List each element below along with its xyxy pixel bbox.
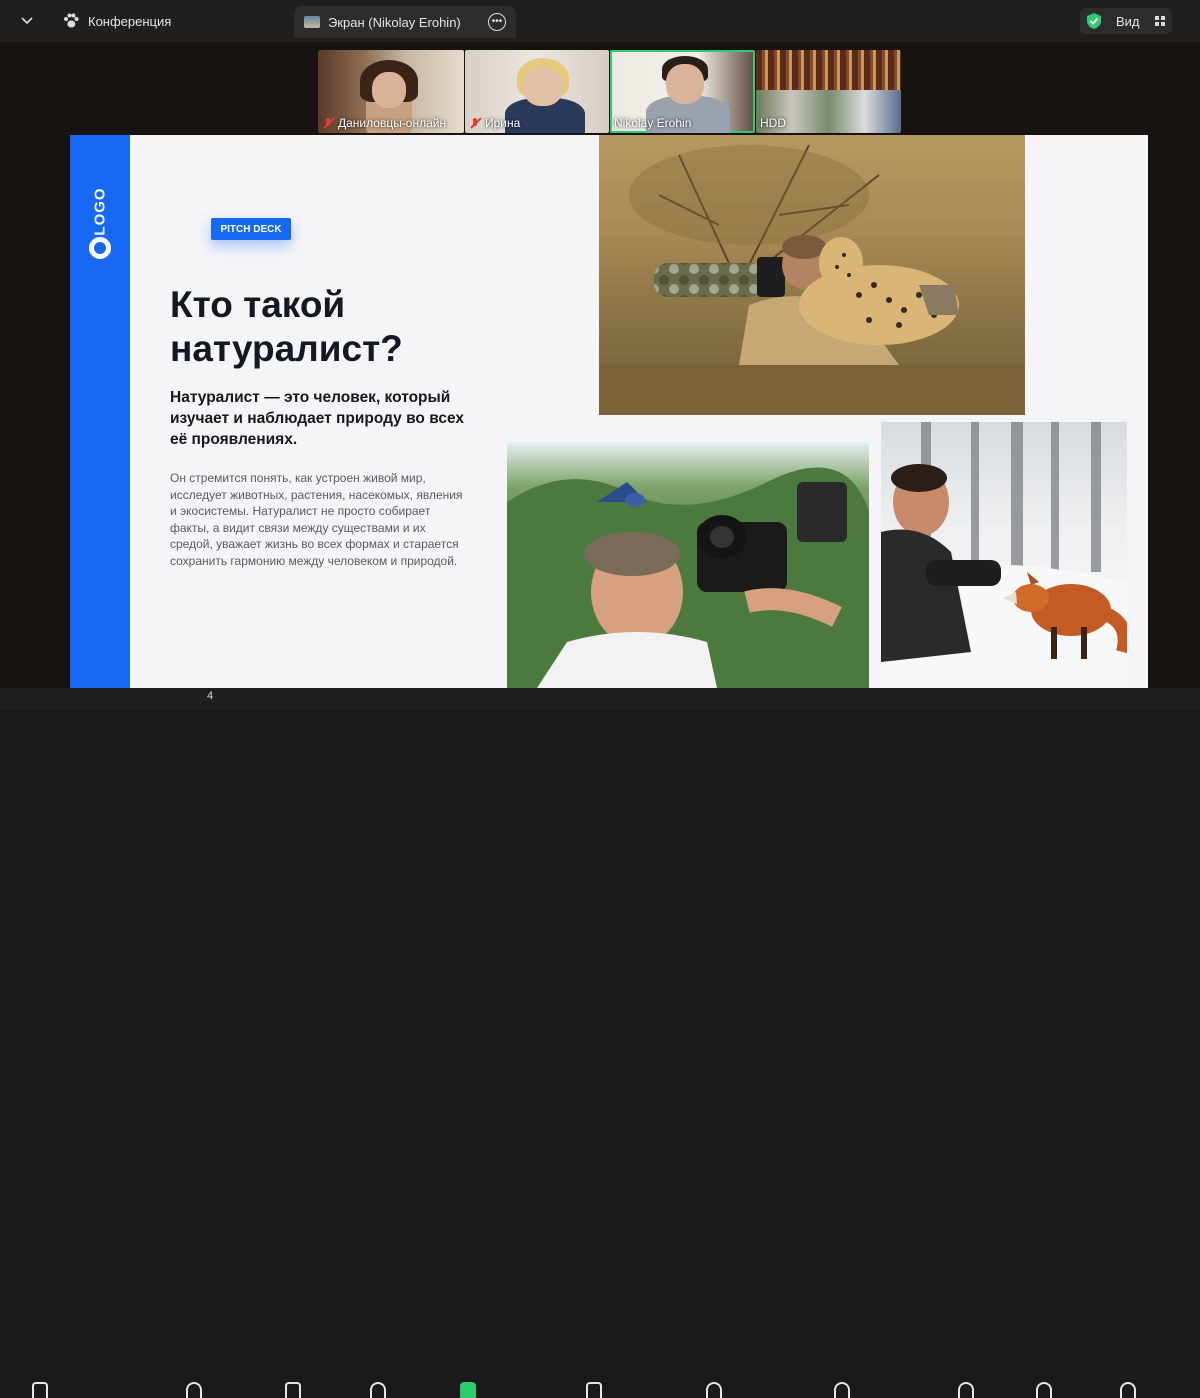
share-screen-icon[interactable] [460, 1382, 476, 1398]
face-shape [523, 68, 563, 106]
screen-thumbnail-icon [304, 16, 320, 28]
record-icon[interactable] [1036, 1382, 1052, 1398]
participant-name-text: Nikolay Erohin [614, 116, 692, 130]
photo-photographer-fox [881, 422, 1127, 688]
pitch-deck-badge: PITCH DECK [211, 218, 291, 240]
screen-share-tab[interactable]: Экран (Nikolay Erohin) ••• [294, 6, 516, 38]
slide-body: Он стремится понять, как устроен живой м… [170, 471, 463, 568]
shield-check-icon [1087, 13, 1101, 29]
presentation-slide: LOGO PITCH DECK Кто такой натуралист? На… [70, 135, 1148, 688]
chevron-down-icon[interactable] [18, 12, 36, 30]
face-shape [372, 72, 406, 108]
view-label: Вид [1116, 13, 1140, 29]
conference-tab[interactable]: Конференция [62, 10, 171, 32]
conference-label: Конференция [88, 13, 172, 29]
participant-name-text: Даниловцы-онлайн [338, 116, 447, 130]
view-button[interactable]: Вид [1080, 8, 1172, 34]
photo-illustration [507, 467, 869, 688]
logo-text: LOGO [91, 187, 109, 236]
slide-title: Кто такой натуралист? [170, 284, 403, 369]
face-shape [666, 64, 704, 104]
photo-photographer-cheetah [599, 135, 1025, 415]
slide-side-bar: LOGO [70, 135, 130, 688]
grid-icon [1154, 16, 1165, 26]
info-icon[interactable] [834, 1382, 850, 1398]
chat-icon[interactable] [285, 1382, 301, 1398]
slide-lead: Натуралист — это человек, который изучае… [170, 389, 465, 448]
ai-companion-icon[interactable] [706, 1382, 722, 1398]
photo-illustration [599, 144, 1025, 415]
participant-name-text: Ирина [485, 116, 521, 130]
meeting-top-bar: Конференция Экран (Nikolay Erohin) ••• В… [0, 0, 1200, 42]
participant-name: HDD [760, 116, 786, 130]
participant-name: Ирина [469, 116, 520, 130]
participants-icon[interactable] [186, 1382, 202, 1398]
screen-share-label: Экран (Nikolay Erohin) [328, 14, 461, 30]
participant-name-text: HDD [760, 116, 786, 130]
security-icon[interactable] [586, 1382, 602, 1398]
mic-muted-icon [469, 117, 481, 129]
participant-count: 4 [207, 690, 214, 702]
paw-icon [64, 13, 79, 28]
participant-tile[interactable]: Ирина [465, 50, 609, 133]
mic-muted-icon [322, 117, 334, 129]
more-icon[interactable] [1120, 1382, 1136, 1398]
logo-ring-icon [89, 237, 111, 259]
more-options-icon[interactable]: ••• [488, 13, 506, 31]
participant-name: Nikolay Erohin [614, 116, 691, 130]
participant-tile[interactable]: Даниловцы-онлайн [318, 50, 464, 133]
photo-photographer-bird [507, 442, 869, 688]
photo-illustration [881, 422, 1127, 688]
video-camera-icon[interactable] [32, 1382, 48, 1398]
participant-tile[interactable]: HDD [756, 50, 901, 133]
apps-icon[interactable] [958, 1382, 974, 1398]
reactions-icon[interactable] [370, 1382, 386, 1398]
participant-name: Даниловцы-онлайн [322, 116, 446, 130]
meeting-bottom-bar: 4 [0, 688, 1200, 1398]
participant-tile-active[interactable]: Nikolay Erohin [610, 50, 755, 133]
logo: LOGO [88, 175, 112, 265]
